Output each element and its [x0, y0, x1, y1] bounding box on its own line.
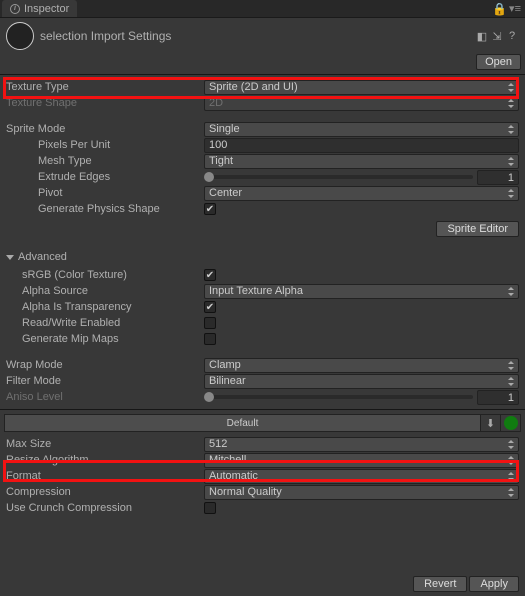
- filter-mode-dropdown[interactable]: Bilinear: [204, 374, 519, 389]
- extrude-edges-value[interactable]: 1: [477, 170, 519, 185]
- gen-physics-label: Generate Physics Shape: [38, 203, 204, 215]
- format-row: Format Automatic: [0, 468, 525, 484]
- info-icon: i: [10, 4, 20, 14]
- alpha-source-label: Alpha Source: [22, 285, 204, 297]
- mesh-type-dropdown[interactable]: Tight: [204, 154, 519, 169]
- gen-physics-checkbox[interactable]: ✔: [204, 203, 216, 215]
- srgb-row: sRGB (Color Texture) ✔: [0, 267, 525, 283]
- revert-button[interactable]: Revert: [413, 576, 467, 592]
- pivot-label: Pivot: [38, 187, 204, 199]
- alpha-trans-checkbox[interactable]: ✔: [204, 301, 216, 313]
- texture-shape-row: Texture Shape 2D: [0, 95, 525, 111]
- texture-type-label: Texture Type: [6, 81, 204, 93]
- mesh-type-label: Mesh Type: [38, 155, 204, 167]
- advanced-label: Advanced: [18, 251, 67, 263]
- lock-icon[interactable]: 🔒: [492, 2, 507, 16]
- srgb-checkbox[interactable]: ✔: [204, 269, 216, 281]
- compression-row: Compression Normal Quality: [0, 484, 525, 500]
- platform-tabs: Default ⬇: [4, 414, 521, 432]
- divider: [0, 74, 525, 75]
- genmips-checkbox[interactable]: [204, 333, 216, 345]
- resize-alg-dropdown[interactable]: Mitchell: [204, 453, 519, 468]
- pixels-per-unit-label: Pixels Per Unit: [38, 139, 204, 151]
- footer-buttons: Revert Apply: [413, 576, 519, 592]
- alpha-source-row: Alpha Source Input Texture Alpha: [0, 283, 525, 299]
- max-size-label: Max Size: [6, 438, 204, 450]
- tab-right-controls: 🔒 ▾≡: [492, 0, 525, 17]
- asset-header: selection Import Settings ◧ ⇲ ?: [0, 18, 525, 54]
- alpha-source-dropdown[interactable]: Input Texture Alpha: [204, 284, 519, 299]
- readwrite-label: Read/Write Enabled: [22, 317, 204, 329]
- max-size-dropdown[interactable]: 512: [204, 437, 519, 452]
- texture-type-dropdown[interactable]: Sprite (2D and UI): [204, 80, 519, 95]
- filter-mode-label: Filter Mode: [6, 375, 204, 387]
- gen-physics-row: Generate Physics Shape ✔: [0, 201, 525, 217]
- srgb-label: sRGB (Color Texture): [22, 269, 204, 281]
- bundle-icon[interactable]: ⇲: [490, 29, 504, 43]
- crunch-checkbox[interactable]: [204, 502, 216, 514]
- asset-thumbnail-icon: [6, 22, 34, 50]
- readwrite-row: Read/Write Enabled: [0, 315, 525, 331]
- alpha-trans-label: Alpha Is Transparency: [22, 301, 204, 313]
- alpha-trans-row: Alpha Is Transparency ✔: [0, 299, 525, 315]
- chevron-down-icon: [6, 255, 14, 260]
- texture-shape-dropdown: 2D: [204, 96, 519, 111]
- wrap-mode-label: Wrap Mode: [6, 359, 204, 371]
- inspector-tab[interactable]: i Inspector: [2, 0, 77, 17]
- wrap-mode-row: Wrap Mode Clamp: [0, 357, 525, 373]
- compression-label: Compression: [6, 486, 204, 498]
- genmips-row: Generate Mip Maps: [0, 331, 525, 347]
- filter-mode-row: Filter Mode Bilinear: [0, 373, 525, 389]
- pixels-per-unit-row: Pixels Per Unit 100: [0, 137, 525, 153]
- extrude-edges-label: Extrude Edges: [38, 171, 204, 183]
- crunch-row: Use Crunch Compression: [0, 500, 525, 516]
- sprite-editor-button[interactable]: Sprite Editor: [436, 221, 519, 237]
- readwrite-checkbox[interactable]: [204, 317, 216, 329]
- aniso-label: Aniso Level: [6, 391, 204, 403]
- compression-dropdown[interactable]: Normal Quality: [204, 485, 519, 500]
- slider-thumb[interactable]: [204, 172, 214, 182]
- max-size-row: Max Size 512: [0, 436, 525, 452]
- prefab-icon[interactable]: ◧: [475, 29, 489, 43]
- apply-button[interactable]: Apply: [469, 576, 519, 592]
- sprite-mode-dropdown[interactable]: Single: [204, 122, 519, 137]
- aniso-row: Aniso Level 1: [0, 389, 525, 405]
- sprite-mode-row: Sprite Mode Single: [0, 121, 525, 137]
- aniso-slider: [204, 395, 473, 399]
- asset-title: selection Import Settings: [40, 29, 469, 43]
- xbox-icon[interactable]: [501, 414, 521, 432]
- sprite-mode-label: Sprite Mode: [6, 123, 204, 135]
- panel-menu-icon[interactable]: ▾≡: [509, 2, 521, 15]
- format-dropdown[interactable]: Automatic: [204, 469, 519, 484]
- tab-title: Inspector: [24, 3, 69, 15]
- resize-alg-label: Resize Algorithm: [6, 454, 204, 466]
- genmips-label: Generate Mip Maps: [22, 333, 204, 345]
- wrap-mode-dropdown[interactable]: Clamp: [204, 358, 519, 373]
- slider-thumb: [204, 392, 214, 402]
- extrude-edges-row: Extrude Edges 1: [0, 169, 525, 185]
- open-button[interactable]: Open: [476, 54, 521, 70]
- pivot-row: Pivot Center: [0, 185, 525, 201]
- resize-alg-row: Resize Algorithm Mitchell: [0, 452, 525, 468]
- download-icon[interactable]: ⬇: [481, 414, 501, 432]
- extrude-edges-slider[interactable]: [204, 175, 473, 179]
- mesh-type-row: Mesh Type Tight: [0, 153, 525, 169]
- help-icon[interactable]: ?: [505, 29, 519, 43]
- pivot-dropdown[interactable]: Center: [204, 186, 519, 201]
- pixels-per-unit-input[interactable]: 100: [204, 138, 519, 153]
- texture-shape-label: Texture Shape: [6, 97, 204, 109]
- format-label: Format: [6, 470, 204, 482]
- tab-bar: i Inspector 🔒 ▾≡: [0, 0, 525, 18]
- advanced-foldout[interactable]: Advanced: [0, 249, 525, 265]
- texture-type-row: Texture Type Sprite (2D and UI): [0, 79, 525, 95]
- divider: [0, 409, 525, 410]
- platform-default-tab[interactable]: Default: [4, 414, 481, 432]
- crunch-label: Use Crunch Compression: [6, 502, 204, 514]
- aniso-value: 1: [477, 390, 519, 405]
